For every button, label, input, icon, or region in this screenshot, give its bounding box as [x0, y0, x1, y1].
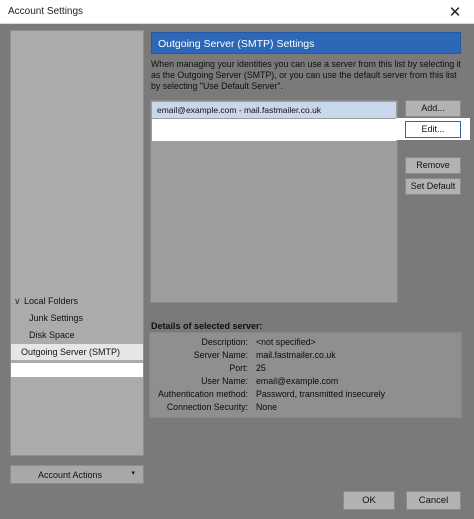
tree-item-local-folders[interactable]: ∨ Local Folders — [11, 293, 143, 309]
dropdown-arrow-icon: ▾ — [131, 470, 135, 477]
tree-item-label: Junk Settings — [29, 313, 84, 323]
detail-value: <not specified> — [256, 337, 316, 347]
detail-key: User Name: — [201, 376, 248, 386]
section-header: Outgoing Server (SMTP) Settings — [151, 32, 461, 54]
detail-key: Description: — [201, 337, 248, 347]
tree-item-label: Disk Space — [29, 330, 75, 340]
detail-key: Server Name: — [193, 350, 248, 360]
cancel-button[interactable]: Cancel — [406, 491, 461, 510]
account-actions-button[interactable]: Account Actions ▾ — [10, 465, 144, 484]
detail-value: None — [256, 402, 278, 412]
smtp-server-list[interactable]: email@example.com - mail.fastmailer.co.u… — [150, 100, 398, 303]
server-list-blank-row — [152, 119, 396, 141]
detail-value: mail.fastmailer.co.uk — [256, 350, 336, 360]
account-tree[interactable]: ∨ Local Folders Junk Settings Disk Space … — [10, 30, 144, 456]
page-title: Outgoing Server (SMTP) Settings — [158, 38, 315, 50]
detail-row-server-name: Server Name: mail.fastmailer.co.uk — [150, 349, 461, 361]
tree-item-disk-space[interactable]: Disk Space — [11, 327, 143, 343]
detail-key: Port: — [229, 363, 248, 373]
tree-item-label: Local Folders — [24, 296, 79, 306]
detail-key: Authentication method: — [158, 389, 248, 399]
detail-row-user-name: User Name: email@example.com — [150, 375, 461, 387]
intro-text: When managing your identities you can us… — [151, 59, 461, 91]
detail-row-port: Port: 25 — [150, 362, 461, 374]
detail-value: 25 — [256, 363, 266, 373]
ok-button[interactable]: OK — [343, 491, 395, 510]
detail-row-auth-method: Authentication method: Password, transmi… — [150, 388, 461, 400]
title-bar: Account Settings ✕ — [0, 0, 474, 24]
chevron-down-icon[interactable]: ∨ — [14, 293, 24, 309]
tree-item-label: Outgoing Server (SMTP) — [21, 347, 121, 357]
set-default-button[interactable]: Set Default — [405, 178, 461, 195]
close-icon[interactable]: ✕ — [436, 0, 474, 24]
detail-key: Connection Security: — [166, 402, 248, 412]
window-title: Account Settings — [8, 6, 84, 17]
tree-highlight-strip — [11, 363, 143, 377]
server-list-item[interactable]: email@example.com - mail.fastmailer.co.u… — [152, 102, 396, 118]
details-heading: Details of selected server: — [151, 321, 263, 331]
account-actions-label: Account Actions — [38, 470, 103, 480]
account-settings-dialog: ∨ Local Folders Junk Settings Disk Space … — [0, 24, 474, 519]
tree-item-outgoing-server[interactable]: Outgoing Server (SMTP) — [11, 344, 143, 360]
remove-button[interactable]: Remove — [405, 157, 461, 174]
tree-item-junk-settings[interactable]: Junk Settings — [11, 310, 143, 326]
detail-value: Password, transmitted insecurely — [256, 389, 386, 399]
edit-button[interactable]: Edit... — [405, 121, 461, 138]
detail-row-connection-security: Connection Security: None — [150, 401, 461, 413]
detail-row-description: Description: <not specified> — [150, 336, 461, 348]
server-details-panel: Description: <not specified> Server Name… — [149, 332, 462, 418]
detail-value: email@example.com — [256, 376, 339, 386]
add-button[interactable]: Add... — [405, 100, 461, 117]
